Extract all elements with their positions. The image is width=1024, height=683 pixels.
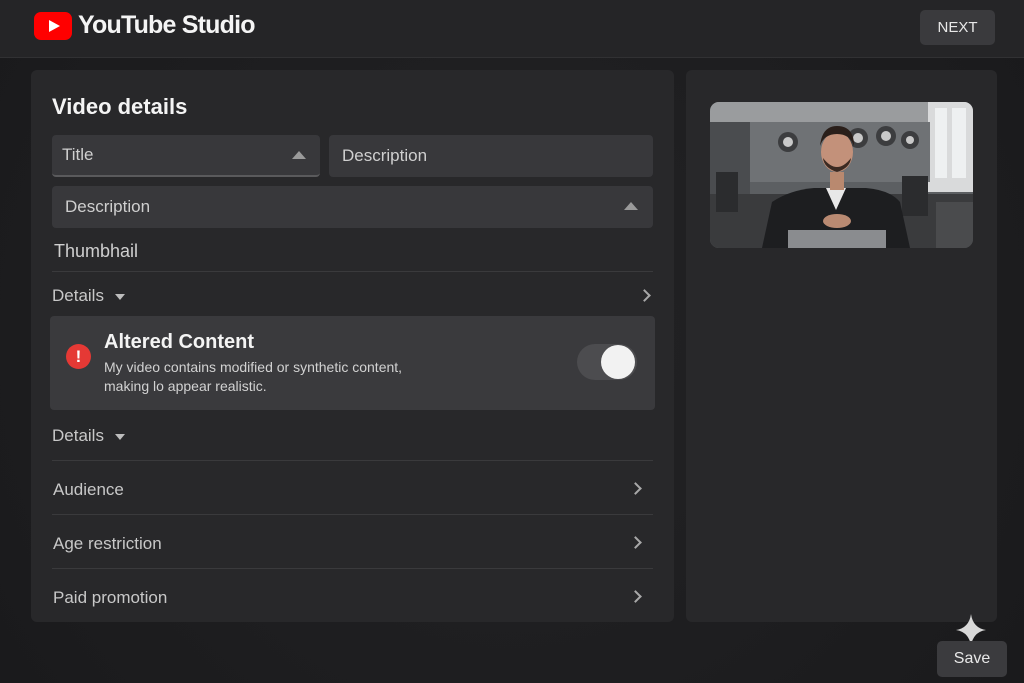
caret-down-icon[interactable] [115, 294, 125, 300]
title-field[interactable]: Title [52, 135, 320, 177]
chevron-up-icon[interactable] [624, 202, 638, 210]
divider [52, 514, 653, 515]
video-thumbnail[interactable] [710, 102, 973, 248]
altered-content-line-2: making lo appear realistic. [104, 378, 267, 394]
preview-panel [686, 70, 997, 622]
next-button[interactable]: NEXT [920, 10, 995, 45]
chevron-right-icon[interactable] [629, 590, 642, 603]
description-expanded-label: Description [65, 197, 151, 216]
altered-content-title: Altered Content [104, 331, 254, 353]
title-field-label: Title [62, 145, 94, 164]
description-field-label: Description [342, 146, 428, 165]
altered-content-toggle[interactable] [577, 344, 637, 380]
youtube-studio-logo[interactable]: YouTube Studio [34, 11, 256, 40]
youtube-play-icon [34, 11, 72, 40]
chevron-right-icon[interactable] [629, 482, 642, 495]
thumbnail-image [710, 102, 973, 248]
section-paid-promotion[interactable]: Paid promotion [53, 588, 167, 608]
chevron-up-icon[interactable] [292, 151, 306, 159]
divider [52, 568, 653, 569]
page-title: Video details [52, 94, 188, 119]
chevron-right-icon[interactable] [629, 536, 642, 549]
thumbnail-label: Thumbhail [54, 241, 139, 261]
altered-content-description: My video contains modified or synthetic … [104, 358, 464, 396]
video-details-panel: Video details Title Description Descript… [31, 70, 674, 622]
description-expanded-field[interactable]: Description [52, 186, 653, 228]
alert-icon: ! [66, 344, 91, 369]
section-audience[interactable]: Audience [53, 480, 124, 500]
top-bar: YouTube Studio NEXT [0, 0, 1024, 58]
app-name: YouTube Studio [78, 11, 256, 39]
details-toggle-1[interactable]: Details [52, 286, 104, 306]
save-button[interactable]: Save [937, 641, 1007, 677]
section-age-restriction[interactable]: Age restriction [53, 534, 162, 554]
caret-down-icon[interactable] [115, 434, 125, 440]
details-toggle-2[interactable]: Details [52, 426, 104, 446]
altered-content-line-1: My video contains modified or synthetic … [104, 359, 403, 375]
divider [52, 460, 653, 461]
altered-content-card: ! Altered Content My video contains modi… [50, 316, 655, 410]
divider [52, 271, 653, 272]
chevron-right-icon[interactable] [638, 289, 651, 302]
toggle-knob [601, 345, 635, 379]
description-field[interactable]: Description [329, 135, 653, 177]
